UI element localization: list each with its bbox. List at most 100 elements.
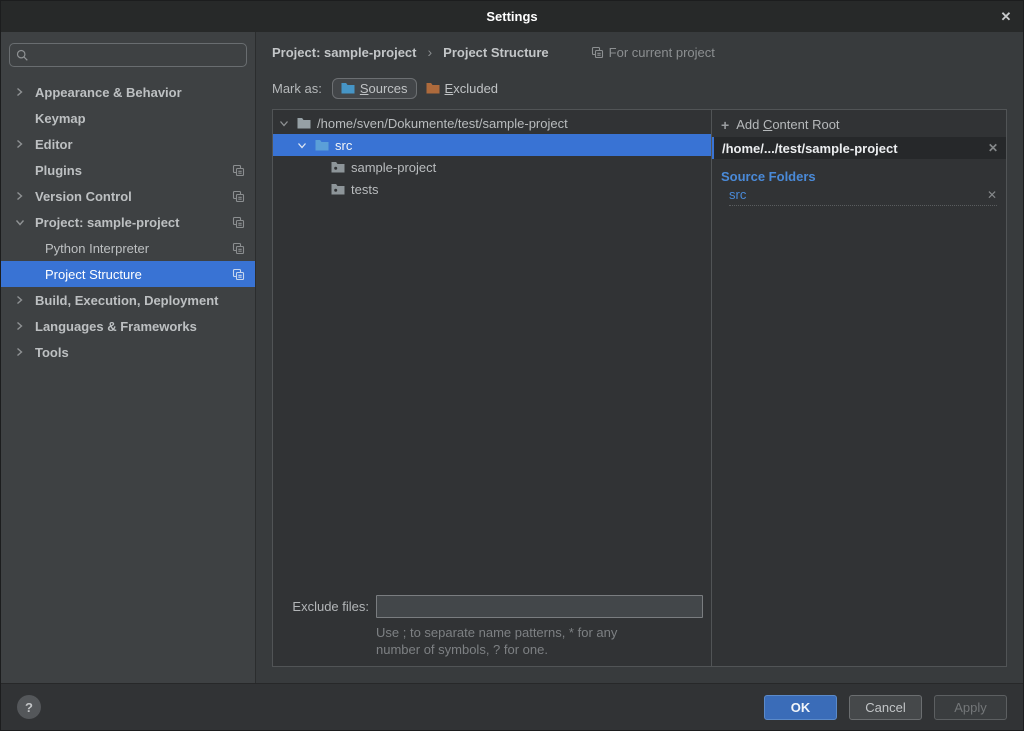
sidebar-item-label: Build, Execution, Deployment	[35, 293, 218, 308]
sidebar-item-label: Python Interpreter	[45, 241, 149, 256]
breadcrumb-project-structure: Project Structure	[443, 45, 548, 60]
add-content-root-label: Add Content Root	[736, 117, 839, 132]
scope-label-text: For current project	[609, 45, 715, 60]
settings-dialog: Settings ✕ Appearance & Behavior	[0, 0, 1024, 731]
content-root-row[interactable]: /home/.../test/sample-project ✕	[712, 137, 1006, 159]
sidebar-item-label: Project: sample-project	[35, 215, 180, 230]
tree-row-sample-project[interactable]: sample-project	[273, 156, 711, 178]
help-button[interactable]: ?	[17, 695, 41, 719]
remove-source-folder-button[interactable]: ✕	[987, 188, 997, 202]
source-folder-icon	[341, 82, 355, 94]
settings-search-box[interactable]	[9, 43, 247, 67]
sidebar-item-label: Plugins	[35, 163, 82, 178]
breadcrumb-separator-icon: ›	[428, 44, 433, 60]
exclude-files-input[interactable]	[376, 595, 703, 618]
tree-row-label: src	[335, 138, 352, 153]
sidebar-item-label: Appearance & Behavior	[35, 85, 182, 100]
dialog-title: Settings	[486, 9, 537, 24]
chevron-right-icon	[15, 139, 35, 149]
add-content-root-button[interactable]: + Add Content Root	[712, 112, 1006, 137]
project-structure-panels: /home/sven/Dokumente/test/sample-project…	[272, 109, 1007, 667]
breadcrumb: Project: sample-project › Project Struct…	[272, 41, 1007, 63]
mark-as-sources-button[interactable]: Sources	[332, 78, 417, 99]
content-root-details-panel: + Add Content Root /home/.../test/sample…	[712, 109, 1007, 667]
mark-as-excluded-label: Excluded	[445, 81, 498, 96]
tree-row-tests[interactable]: tests	[273, 178, 711, 200]
breadcrumb-project[interactable]: Project: sample-project	[272, 45, 417, 60]
content-roots-tree-panel: /home/sven/Dokumente/test/sample-project…	[272, 109, 712, 667]
chevron-down-icon	[279, 119, 297, 128]
settings-content: Project: sample-project › Project Struct…	[256, 32, 1023, 683]
folder-icon	[331, 183, 345, 195]
tree-row-label: sample-project	[351, 160, 436, 175]
ok-button[interactable]: OK	[764, 695, 837, 720]
close-icon: ✕	[987, 188, 997, 202]
title-bar: Settings ✕	[1, 1, 1023, 32]
close-icon: ✕	[1001, 9, 1012, 25]
sidebar-item-label: Version Control	[35, 189, 132, 204]
search-input[interactable]	[34, 48, 240, 63]
excluded-folder-icon	[426, 82, 440, 94]
cancel-button[interactable]: Cancel	[849, 695, 922, 720]
tree-row-content-root[interactable]: /home/sven/Dokumente/test/sample-project	[273, 112, 711, 134]
tree-row-label: /home/sven/Dokumente/test/sample-project	[317, 116, 568, 131]
sidebar-item-editor[interactable]: Editor	[1, 131, 255, 157]
exclude-files-section: Exclude files: Use ; to separate name pa…	[273, 595, 711, 666]
dialog-footer: ? OK Cancel Apply	[1, 683, 1023, 730]
source-folder-icon	[315, 139, 329, 151]
footer-buttons: OK Cancel Apply	[764, 695, 1007, 720]
per-project-scheme-icon	[232, 268, 245, 281]
settings-sidebar: Appearance & Behavior Keymap Editor Plug…	[1, 32, 256, 683]
sidebar-item-keymap[interactable]: Keymap	[1, 105, 255, 131]
sidebar-item-label: Languages & Frameworks	[35, 319, 197, 334]
dialog-body: Appearance & Behavior Keymap Editor Plug…	[1, 32, 1023, 683]
sidebar-item-tools[interactable]: Tools	[1, 339, 255, 365]
sidebar-item-label: Project Structure	[45, 267, 142, 282]
apply-button[interactable]: Apply	[934, 695, 1007, 720]
sidebar-item-label: Editor	[35, 137, 73, 152]
chevron-right-icon	[15, 87, 35, 97]
per-project-scheme-icon	[232, 190, 245, 203]
sidebar-item-project-sample-project[interactable]: Project: sample-project	[1, 209, 255, 235]
scope-label: For current project	[591, 45, 715, 60]
sidebar-item-project-structure[interactable]: Project Structure	[1, 261, 255, 287]
chevron-down-icon	[15, 218, 35, 227]
exclude-files-hint: Use ; to separate name patterns, * for a…	[376, 624, 703, 658]
close-button[interactable]: ✕	[989, 1, 1023, 32]
tree-row-src[interactable]: src	[273, 134, 711, 156]
source-folders-title: Source Folders	[721, 169, 997, 184]
exclude-files-label: Exclude files:	[279, 599, 369, 614]
remove-content-root-button[interactable]: ✕	[988, 141, 998, 155]
mark-as-toolbar: Mark as: Sources Excluded	[272, 76, 1007, 100]
sidebar-item-label: Tools	[35, 345, 69, 360]
folder-icon	[331, 161, 345, 173]
content-root-path: /home/.../test/sample-project	[722, 141, 898, 156]
chevron-right-icon	[15, 321, 35, 331]
settings-nav: Appearance & Behavior Keymap Editor Plug…	[1, 79, 255, 365]
sidebar-item-label: Keymap	[35, 111, 86, 126]
source-folder-row-src[interactable]: src ✕	[729, 187, 997, 206]
folder-icon	[297, 117, 311, 129]
sidebar-item-languages-frameworks[interactable]: Languages & Frameworks	[1, 313, 255, 339]
close-icon: ✕	[988, 141, 998, 155]
per-project-scheme-icon	[591, 46, 604, 59]
sidebar-item-appearance-behavior[interactable]: Appearance & Behavior	[1, 79, 255, 105]
tree-row-label: tests	[351, 182, 378, 197]
per-project-scheme-icon	[232, 242, 245, 255]
sidebar-item-plugins[interactable]: Plugins	[1, 157, 255, 183]
mark-as-excluded-button[interactable]: Excluded	[417, 78, 507, 99]
plus-icon: +	[721, 118, 729, 132]
chevron-right-icon	[15, 191, 35, 201]
sidebar-item-python-interpreter[interactable]: Python Interpreter	[1, 235, 255, 261]
help-icon: ?	[25, 700, 33, 715]
mark-as-sources-label: Sources	[360, 81, 408, 96]
chevron-right-icon	[15, 295, 35, 305]
per-project-scheme-icon	[232, 164, 245, 177]
search-icon	[16, 49, 29, 62]
chevron-down-icon	[297, 141, 315, 150]
sidebar-item-version-control[interactable]: Version Control	[1, 183, 255, 209]
mark-as-label: Mark as:	[272, 81, 322, 96]
sidebar-item-build-execution-deployment[interactable]: Build, Execution, Deployment	[1, 287, 255, 313]
per-project-scheme-icon	[232, 216, 245, 229]
content-roots-tree: /home/sven/Dokumente/test/sample-project…	[273, 110, 711, 200]
